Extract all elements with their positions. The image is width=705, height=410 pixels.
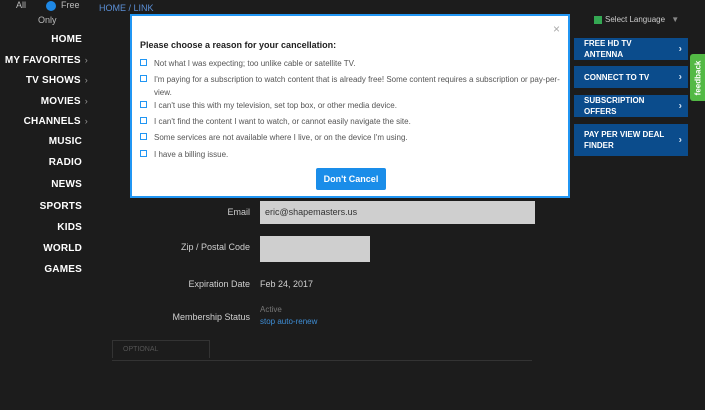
checkbox[interactable] (140, 133, 147, 140)
connect-to-tv-button[interactable]: CONNECT TO TV › (574, 66, 688, 88)
nav-label: NEWS (51, 179, 82, 191)
nav-label: TV SHOWS (25, 75, 81, 87)
nav-label: MOVIES (40, 95, 81, 107)
close-icon[interactable]: × (553, 22, 560, 36)
reason-label: I have a billing issue. (154, 150, 229, 159)
nav-item-games[interactable]: GAMES (0, 260, 92, 280)
checkbox[interactable] (140, 117, 147, 124)
language-selector[interactable]: Select Language ▼ (594, 15, 679, 24)
nav-label: CHANNELS (23, 115, 81, 127)
nav-item-kids[interactable]: KIDS (0, 218, 92, 238)
zip-field[interactable] (260, 236, 370, 262)
reason-option[interactable]: I'm paying for a subscription to watch c… (140, 73, 560, 99)
breadcrumb-home[interactable]: HOME (99, 3, 126, 13)
nav-item-music[interactable]: MUSIC (0, 132, 92, 152)
language-label: Select Language (605, 15, 666, 24)
side-button-label: SUBSCRIPTION OFFERS (584, 96, 645, 116)
nav-label: MY FAVORITES (4, 55, 81, 67)
expiration-label: Expiration Date (188, 279, 250, 289)
google-translate-icon (594, 15, 602, 24)
side-button-label: CONNECT TO TV (584, 72, 650, 82)
subscription-offers-button[interactable]: SUBSCRIPTION OFFERS › (574, 95, 688, 117)
nav-item-radio[interactable]: RADIO (0, 153, 92, 173)
side-button-label: FREE HD TV ANTENNA (584, 39, 632, 59)
expiration-value: Feb 24, 2017 (260, 279, 314, 289)
feedback-label: feedback (693, 60, 702, 95)
chevron-right-icon: › (84, 55, 88, 66)
nav-item-world[interactable]: WORLD (0, 239, 92, 259)
reason-label: I can't find the content I want to watch… (154, 117, 411, 126)
feedback-tab[interactable]: feedback (690, 54, 705, 101)
chevron-right-icon: › (84, 75, 88, 86)
modal-title: Please choose a reason for your cancella… (140, 40, 337, 50)
nav-item-home[interactable]: HOME (0, 30, 92, 50)
checkbox[interactable] (140, 101, 147, 108)
chevron-right-icon: › (678, 71, 682, 83)
reason-option[interactable]: I can't find the content I want to watch… (140, 115, 560, 128)
reason-option[interactable]: Some services are not available where I … (140, 131, 560, 144)
filter-free-label[interactable]: Free (61, 0, 80, 10)
free-hd-tv-antenna-button[interactable]: FREE HD TV ANTENNA › (574, 38, 688, 60)
reason-label: Not what I was expecting; too unlike cab… (154, 59, 356, 68)
zip-label: Zip / Postal Code (180, 242, 250, 252)
filter-all-label[interactable]: All (16, 0, 26, 10)
nav-label: KIDS (57, 221, 82, 233)
dropdown-arrow-icon: ▼ (671, 15, 680, 24)
email-label: Email (227, 207, 250, 217)
pay-per-view-deal-finder-button[interactable]: PAY PER VIEW DEAL FINDER › (574, 124, 688, 156)
chevron-right-icon: › (678, 43, 682, 55)
nav-label: MUSIC (48, 135, 82, 147)
membership-label: Membership Status (172, 312, 250, 322)
nav-item-channels[interactable]: CHANNELS › (0, 111, 92, 131)
tab-optional[interactable]: OPTIONAL (112, 340, 210, 358)
reason-option[interactable]: Not what I was expecting; too unlike cab… (140, 57, 560, 70)
cancellation-reason-modal: × Please choose a reason for your cancel… (130, 14, 570, 198)
nav-label: WORLD (43, 242, 82, 254)
breadcrumb-current[interactable]: LINK (134, 3, 154, 13)
reason-label: I'm paying for a subscription to watch c… (154, 75, 560, 97)
free-filter-toggle[interactable]: All Free Only (0, 0, 100, 28)
reason-label: I can't use this with my television, set… (154, 101, 397, 110)
nav-item-news[interactable]: NEWS (0, 175, 92, 195)
dont-cancel-button[interactable]: Don't Cancel (316, 168, 386, 190)
membership-status-value: Active (260, 305, 282, 314)
checkbox[interactable] (140, 75, 147, 82)
nav-item-my-favorites[interactable]: MY FAVORITES › (0, 50, 92, 70)
nav-label: SPORTS (39, 200, 82, 212)
checkbox[interactable] (140, 59, 147, 66)
reason-label: Some services are not available where I … (154, 133, 408, 142)
stop-auto-renew-link[interactable]: stop auto-renew (260, 317, 317, 326)
breadcrumb-separator: / (128, 3, 132, 13)
email-field[interactable]: eric@shapemasters.us (260, 201, 535, 224)
nav-label: GAMES (44, 264, 82, 276)
toggle-knob-icon[interactable] (46, 1, 56, 11)
reason-option[interactable]: I have a billing issue. (140, 148, 560, 161)
filter-only-label: Only (38, 15, 57, 25)
chevron-right-icon: › (84, 95, 88, 106)
main-nav: HOME MY FAVORITES › TV SHOWS › MOVIES › CHA… (0, 30, 92, 280)
reason-option[interactable]: I can't use this with my television, set… (140, 99, 560, 112)
nav-label: HOME (51, 34, 82, 45)
breadcrumb: HOME / LINK (99, 3, 154, 13)
side-button-label: PAY PER VIEW DEAL FINDER (584, 130, 665, 150)
nav-item-tv-shows[interactable]: TV SHOWS › (0, 70, 92, 90)
nav-label: RADIO (48, 157, 82, 169)
nav-item-sports[interactable]: SPORTS (0, 197, 92, 217)
checkbox[interactable] (140, 150, 147, 157)
optional-tabs: OPTIONAL (112, 340, 532, 361)
chevron-right-icon: › (678, 134, 682, 146)
chevron-right-icon: › (84, 115, 88, 126)
nav-item-movies[interactable]: MOVIES › (0, 91, 92, 111)
chevron-right-icon: › (678, 100, 682, 112)
